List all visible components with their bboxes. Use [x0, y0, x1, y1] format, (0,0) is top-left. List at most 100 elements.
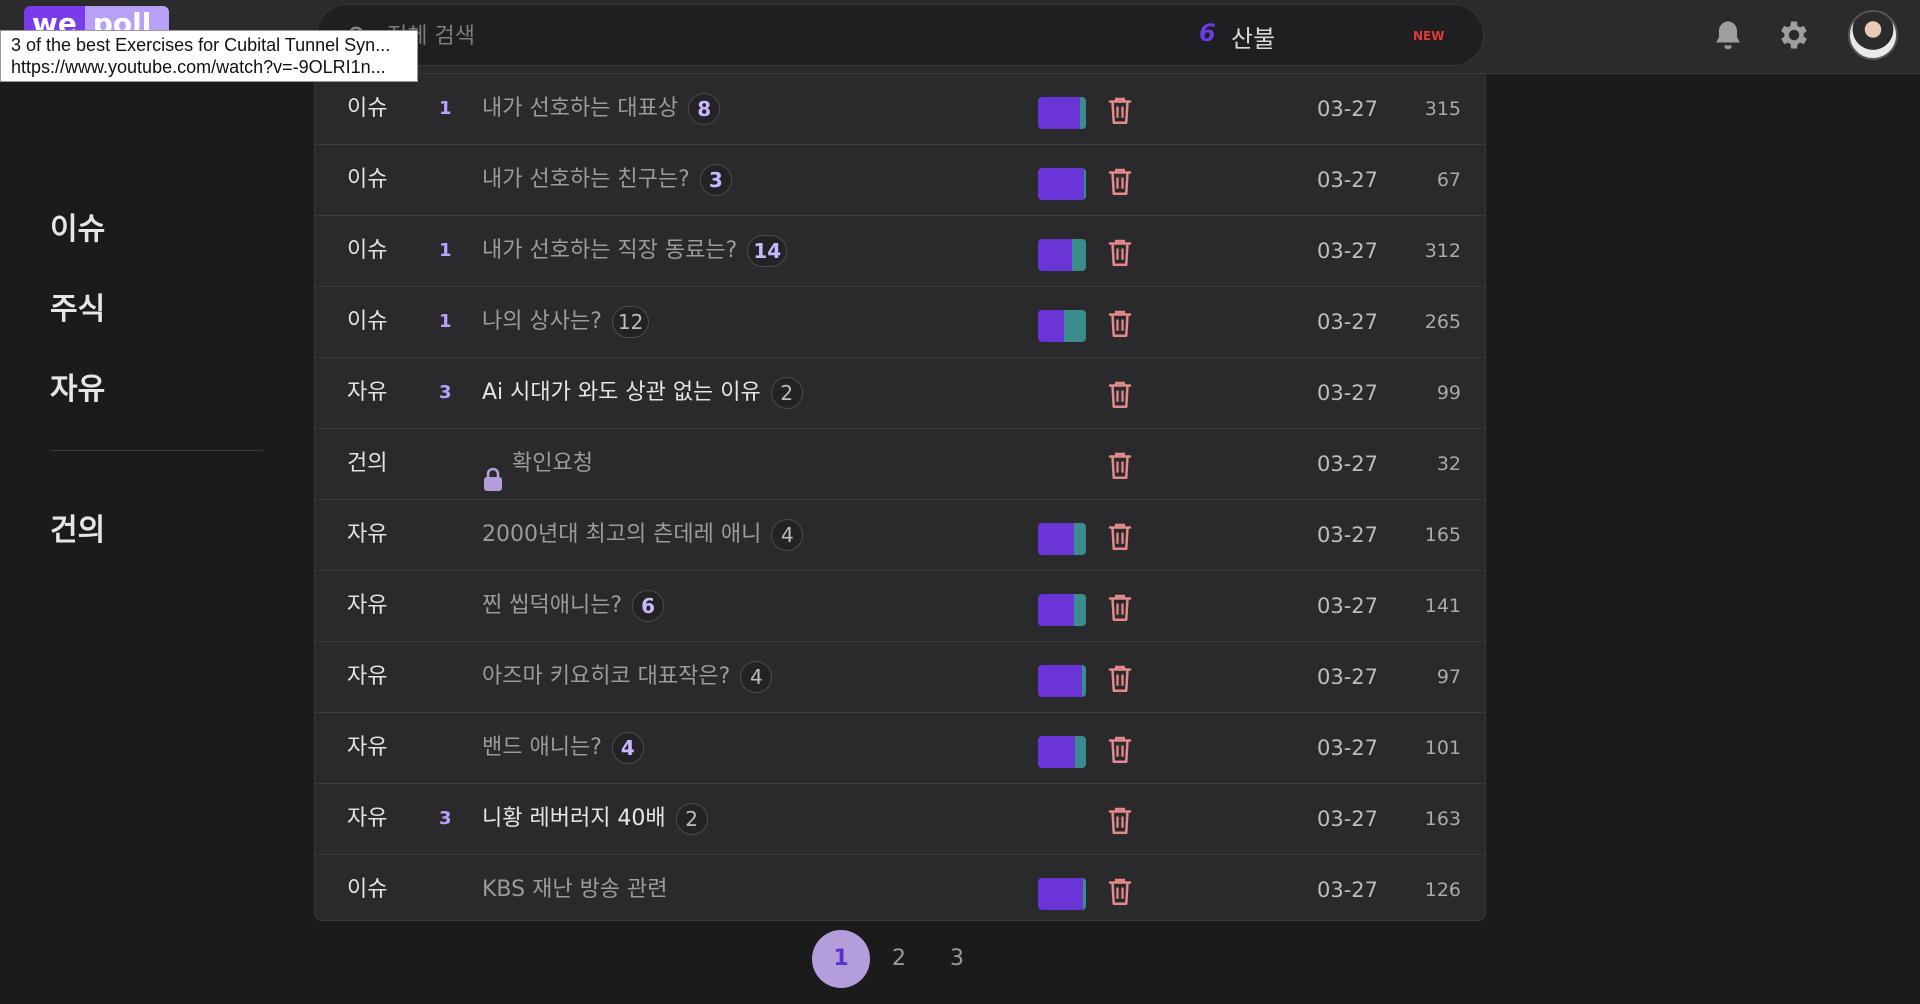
- post-category: 이슈: [347, 877, 388, 902]
- comment-count-badge: 3: [699, 164, 732, 196]
- post-date: 03-27: [1317, 97, 1379, 121]
- table-row[interactable]: 자유 3 Ai 시대가 와도 상관 없는 이유 2 03-27 99: [315, 358, 1485, 429]
- post-rank: 1: [439, 98, 452, 119]
- post-title-link[interactable]: Ai 시대가 와도 상관 없는 이유 2: [482, 358, 803, 428]
- post-title-link[interactable]: 찐 씹덕애니는? 6: [482, 571, 665, 641]
- trash-icon[interactable]: [1105, 307, 1135, 339]
- vote-ratio-a: [1038, 310, 1065, 342]
- vote-ratio-a: [1038, 665, 1083, 697]
- table-row[interactable]: 자유 2000년대 최고의 츤데레 애니 4 03-27 165: [315, 500, 1485, 571]
- table-row[interactable]: 이슈 내가 선호하는 친구는? 3 03-27 67: [315, 145, 1485, 216]
- pagination: 123: [812, 930, 986, 988]
- post-title-link[interactable]: 2000년대 최고의 츤데레 애니 4: [482, 500, 804, 570]
- trash-icon[interactable]: [1105, 733, 1135, 765]
- vote-ratio-bar: [1038, 594, 1086, 626]
- vote-ratio-a: [1038, 736, 1076, 768]
- trend-new-badge: NEW: [1413, 29, 1445, 43]
- trash-icon[interactable]: [1105, 449, 1135, 481]
- post-title-text: 밴드 애니는?: [482, 735, 602, 760]
- post-views: 101: [1424, 737, 1461, 759]
- post-rank: 1: [439, 240, 452, 261]
- post-title-link[interactable]: 니황 레버러지 40배 2: [482, 784, 708, 854]
- post-list: 이슈 1 내가 선호하는 대표상 8 03-27 315 이슈 내가 선호하는 친구는? 3 03…: [314, 74, 1486, 921]
- sidebar-divider: [50, 450, 263, 451]
- page-button-2[interactable]: 2: [870, 930, 928, 988]
- post-category: 이슈: [347, 96, 388, 121]
- trash-icon[interactable]: [1105, 236, 1135, 268]
- post-title-text: KBS 재난 방송 관련: [482, 877, 668, 902]
- table-row[interactable]: 자유 밴드 애니는? 4 03-27 101: [315, 713, 1485, 784]
- post-title-link[interactable]: 내가 선호하는 직장 동료는? 14: [482, 216, 788, 286]
- sidebar-item-free[interactable]: 자유: [50, 360, 265, 440]
- comment-count-badge: 2: [770, 377, 803, 409]
- search-input[interactable]: [387, 17, 887, 55]
- trend-keyword[interactable]: 산불: [1231, 19, 1275, 54]
- post-title-link[interactable]: 나의 상사는? 12: [482, 287, 650, 357]
- page-button-3[interactable]: 3: [928, 930, 986, 988]
- vote-ratio-a: [1038, 168, 1084, 200]
- post-title-text: 찐 씹덕애니는?: [482, 593, 623, 618]
- post-title-text: 내가 선호하는 친구는?: [482, 167, 690, 192]
- post-title-text: 내가 선호하는 대표상: [482, 96, 679, 121]
- trash-icon[interactable]: [1105, 520, 1135, 552]
- post-title-link[interactable]: 내가 선호하는 친구는? 3: [482, 145, 732, 215]
- trash-icon[interactable]: [1105, 804, 1135, 836]
- post-rank: 3: [439, 808, 452, 829]
- table-row[interactable]: 자유 3 니황 레버러지 40배 2 03-27 163: [315, 784, 1485, 855]
- sidebar-item-issue[interactable]: 이슈: [50, 200, 265, 280]
- table-row[interactable]: 자유 찐 씹덕애니는? 6 03-27 141: [315, 571, 1485, 642]
- post-date: 03-27: [1317, 168, 1379, 192]
- post-category: 자유: [347, 664, 388, 689]
- post-views: 315: [1424, 98, 1461, 120]
- trash-icon[interactable]: [1105, 94, 1135, 126]
- post-title-text: 내가 선호하는 직장 동료는?: [482, 238, 738, 263]
- table-row[interactable]: 건의 확인요청 03-27 32: [315, 429, 1485, 500]
- tooltip-url: https://www.youtube.com/watch?v=-9OLRI1n…: [11, 57, 386, 77]
- vote-ratio-a: [1038, 878, 1083, 910]
- sidebar: 이슈 주식 자유 건의: [50, 200, 265, 581]
- vote-ratio-a: [1038, 97, 1081, 129]
- vote-ratio-b: [1082, 878, 1086, 910]
- vote-ratio-b: [1080, 97, 1086, 129]
- vote-ratio-b: [1075, 736, 1086, 768]
- gear-icon[interactable]: [1776, 17, 1812, 53]
- post-category: 자유: [347, 735, 388, 760]
- post-title-link[interactable]: KBS 재난 방송 관련: [482, 855, 668, 920]
- post-rank: 1: [439, 311, 452, 332]
- page-button-1[interactable]: 1: [812, 930, 870, 988]
- trash-icon[interactable]: [1105, 662, 1135, 694]
- trash-icon[interactable]: [1105, 165, 1135, 197]
- sidebar-item-suggestion[interactable]: 건의: [50, 501, 265, 581]
- tooltip-title: 3 of the best Exercises for Cubital Tunn…: [11, 35, 391, 55]
- post-date: 03-27: [1317, 665, 1379, 689]
- table-row[interactable]: 이슈 1 나의 상사는? 12 03-27 265: [315, 287, 1485, 358]
- comment-count-badge: 2: [675, 803, 708, 835]
- vote-ratio-bar: [1038, 168, 1086, 200]
- post-title-link[interactable]: 내가 선호하는 대표상 8: [482, 74, 721, 144]
- vote-ratio-a: [1038, 523, 1074, 555]
- sidebar-item-stock[interactable]: 주식: [50, 280, 265, 360]
- trash-icon[interactable]: [1105, 591, 1135, 623]
- table-row[interactable]: 이슈 KBS 재난 방송 관련 03-27 126: [315, 855, 1485, 920]
- vote-ratio-bar: [1038, 523, 1086, 555]
- post-views: 126: [1424, 879, 1461, 901]
- trash-icon[interactable]: [1105, 378, 1135, 410]
- bell-icon[interactable]: [1710, 17, 1746, 53]
- app-root: we poll 6 산불 NEW 3 of the best Exercises…: [0, 0, 1920, 1004]
- post-title-link[interactable]: 밴드 애니는? 4: [482, 713, 644, 783]
- post-views: 97: [1436, 666, 1461, 688]
- trash-icon[interactable]: [1105, 875, 1135, 907]
- post-title-link[interactable]: 아즈마 키요히코 대표작은? 4: [482, 642, 773, 712]
- post-title-link[interactable]: 확인요청: [482, 429, 593, 499]
- post-date: 03-27: [1317, 310, 1379, 334]
- link-tooltip: 3 of the best Exercises for Cubital Tunn…: [0, 30, 418, 82]
- post-date: 03-27: [1317, 594, 1379, 618]
- table-row[interactable]: 이슈 1 내가 선호하는 직장 동료는? 14 03-27 312: [315, 216, 1485, 287]
- post-category: 자유: [347, 522, 388, 547]
- post-date: 03-27: [1317, 878, 1379, 902]
- table-row[interactable]: 이슈 1 내가 선호하는 대표상 8 03-27 315: [315, 74, 1485, 145]
- post-views: 163: [1424, 808, 1461, 830]
- table-row[interactable]: 자유 아즈마 키요히코 대표작은? 4 03-27 97: [315, 642, 1485, 713]
- post-views: 141: [1424, 595, 1461, 617]
- avatar[interactable]: [1848, 10, 1898, 60]
